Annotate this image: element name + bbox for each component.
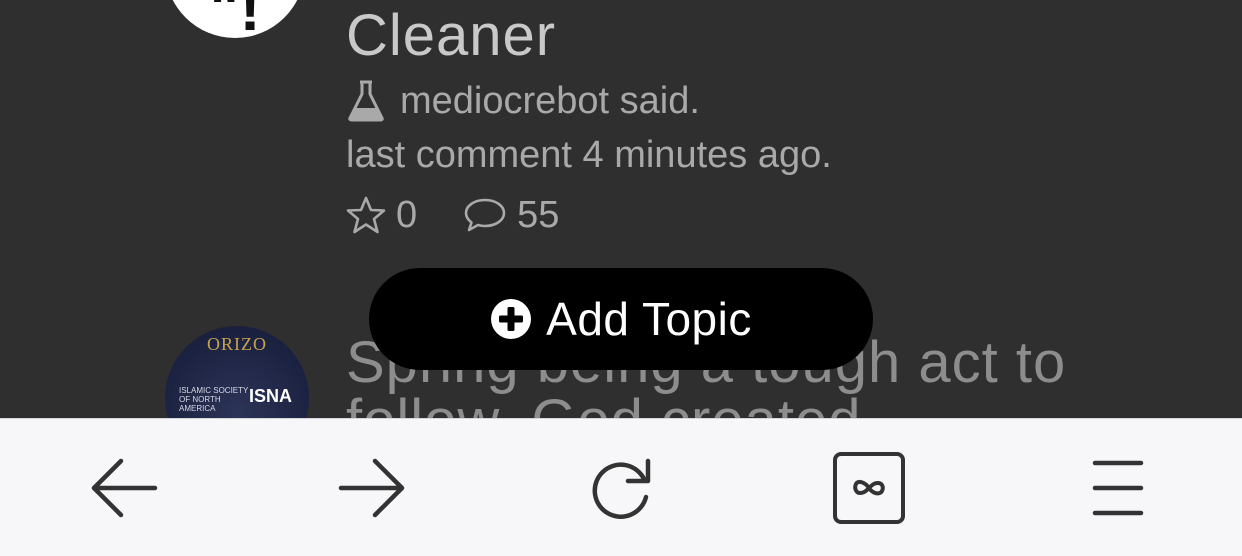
infinity-tabs-icon [833,452,905,524]
topic-avatar[interactable]: ORIZO ISLAMIC SOCIETY OF NORTH AMERICA I… [165,326,309,418]
arrow-right-icon [338,458,405,518]
avatar-org-text: ISLAMIC SOCIETY OF NORTH AMERICA [179,386,249,414]
reload-icon [592,458,651,519]
hamburger-menu-icon [1092,460,1144,516]
add-topic-button[interactable]: Add Topic [369,268,873,370]
stars-stat[interactable]: 0 [346,194,417,237]
add-topic-label: Add Topic [546,293,752,345]
topic-author: mediocrebot said. [346,78,700,124]
comments-count: 55 [517,193,560,236]
arrow-left-icon [91,458,158,518]
comment-bubble-icon [464,198,506,232]
topic-title[interactable]: Cleaner [346,4,556,68]
back-button[interactable] [79,445,169,531]
browser-toolbar [0,418,1242,556]
star-icon [346,196,386,234]
stars-count: 0 [396,193,418,236]
avatar-arc-text: ORIZO [207,334,267,354]
reload-button[interactable] [578,445,668,531]
topic-stats: 0 55 [346,192,559,238]
flask-icon [348,80,384,122]
menu-button[interactable] [1073,445,1163,531]
tabs-button[interactable] [824,445,914,531]
avatar-glyph: "! [209,0,261,38]
avatar-acronym: ISNA [249,386,293,406]
last-comment-text: last comment 4 minutes ago. [346,134,832,176]
comments-stat[interactable]: 55 [463,194,559,237]
topic-avatar[interactable]: "! [165,0,305,38]
forward-button[interactable] [327,445,417,531]
author-text: mediocrebot said. [400,79,700,122]
plus-circle-icon [491,299,532,339]
